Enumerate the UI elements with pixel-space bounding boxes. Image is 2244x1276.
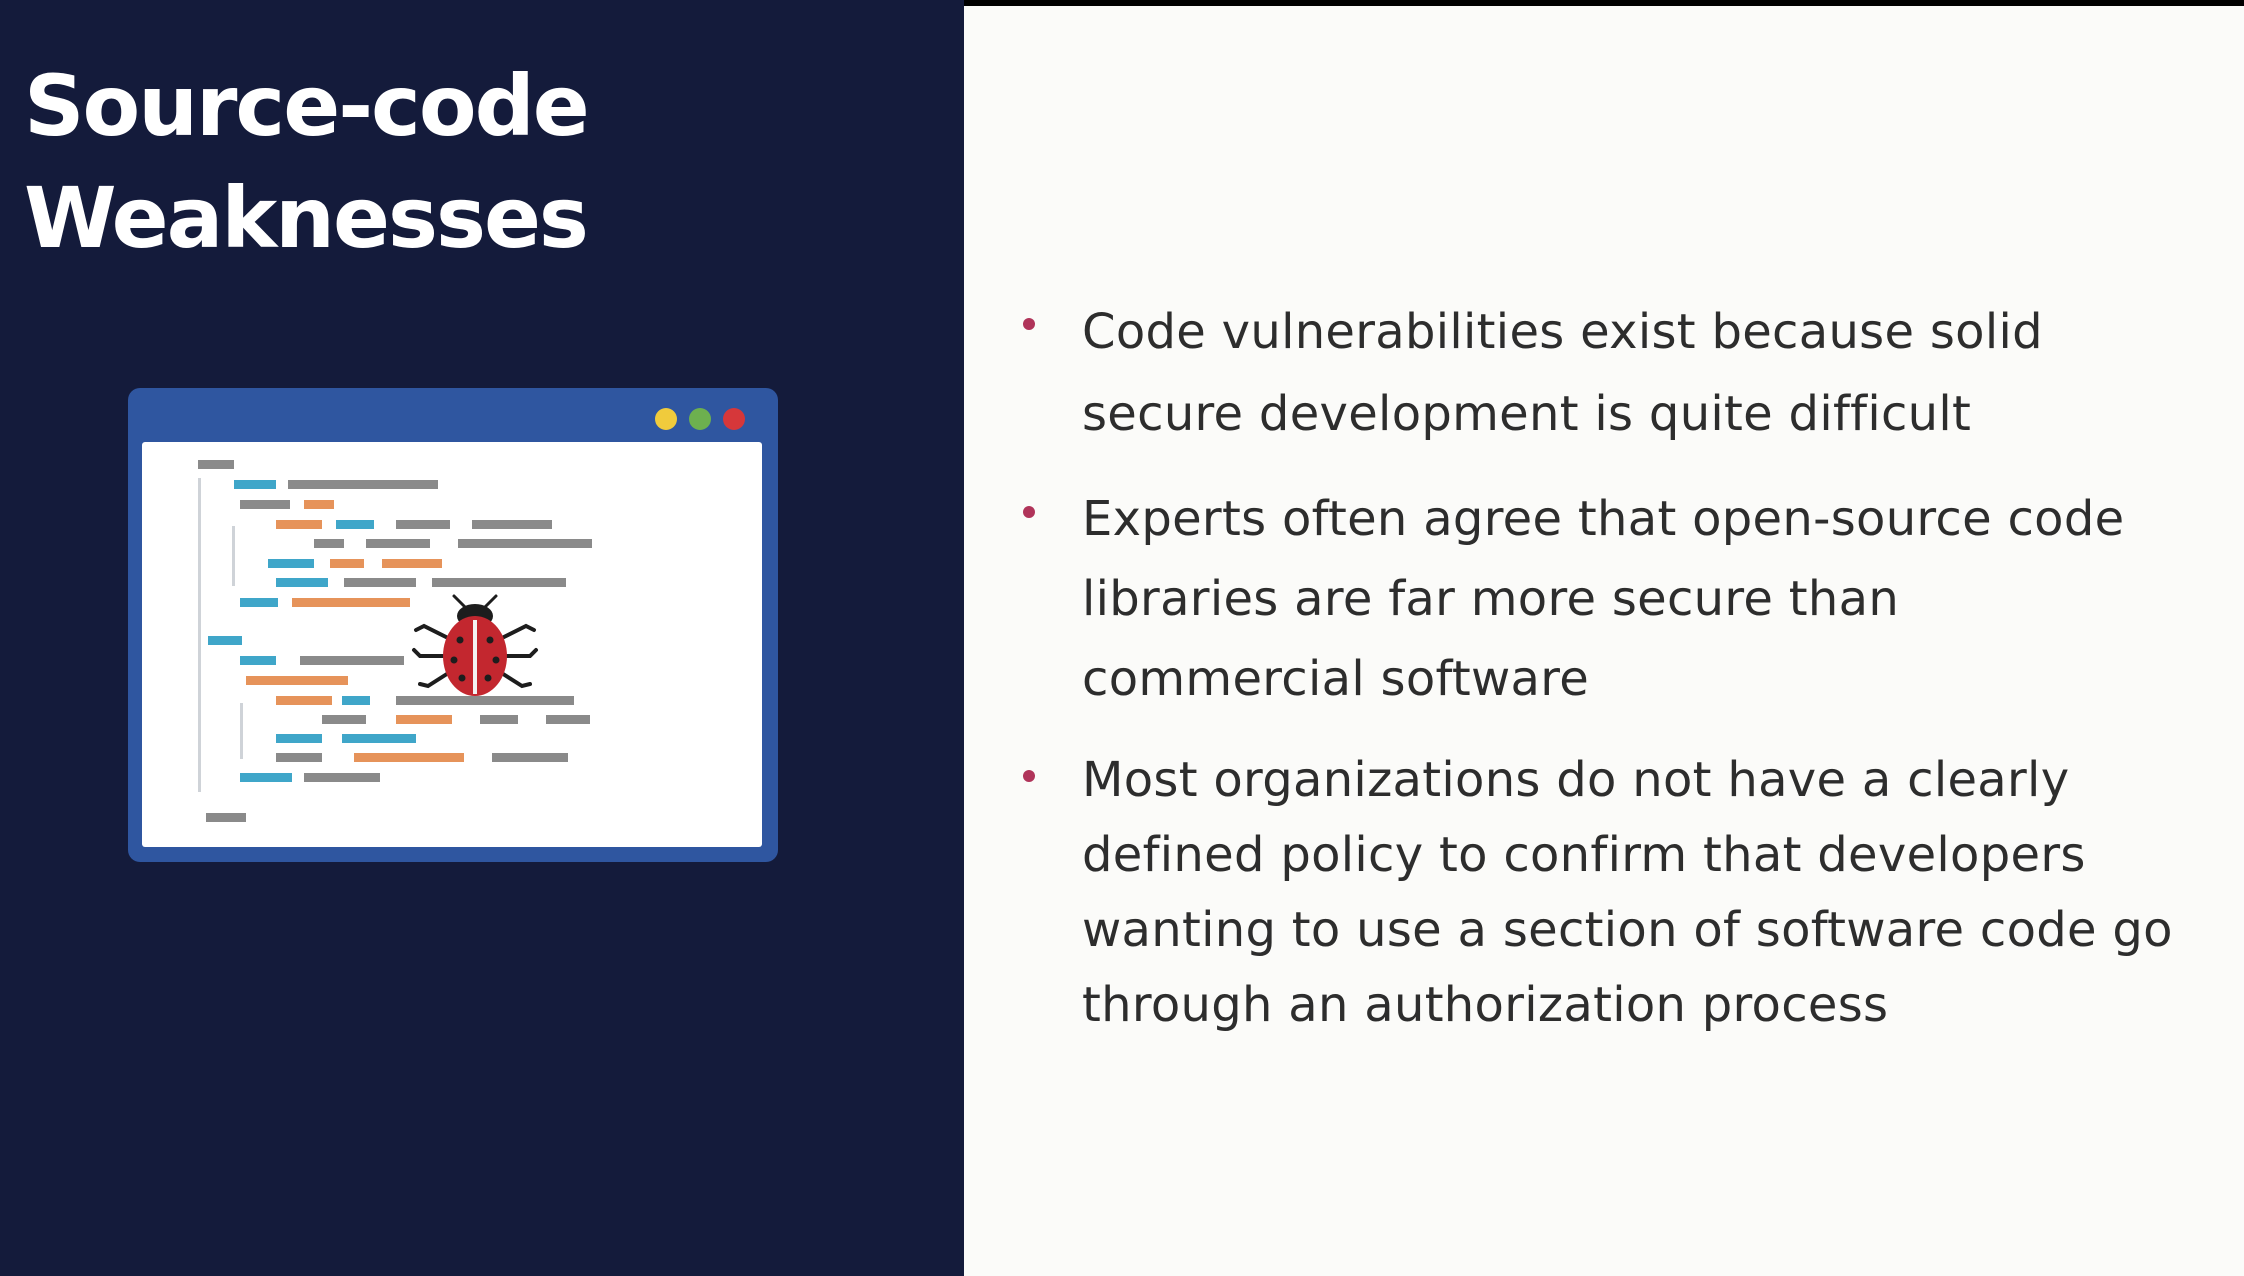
right-panel: Code vulnerabilities exist because solid… [964, 6, 2244, 1276]
bullet-dot-icon [1023, 770, 1035, 782]
slide-title-line-2: Weaknesses [24, 169, 589, 267]
bullet-text: Experts often agree that open-source cod… [1082, 491, 2125, 707]
slide-title-line-1: Source-code [24, 57, 590, 155]
left-panel: Source-code Weaknesses [0, 0, 964, 1276]
bullet-dot-icon [1023, 506, 1035, 518]
bug-in-code-window-icon [128, 388, 778, 862]
bullet-dot-icon [1023, 318, 1035, 330]
slide-title: Source-code Weaknesses [24, 50, 590, 274]
bullet-text: Code vulnerabilities exist because solid… [1082, 304, 2043, 442]
slide: Source-code Weaknesses Code vulnerabilit… [0, 0, 2244, 1276]
bullet-text: Most organizations do not have a clearly… [1082, 752, 2173, 1033]
